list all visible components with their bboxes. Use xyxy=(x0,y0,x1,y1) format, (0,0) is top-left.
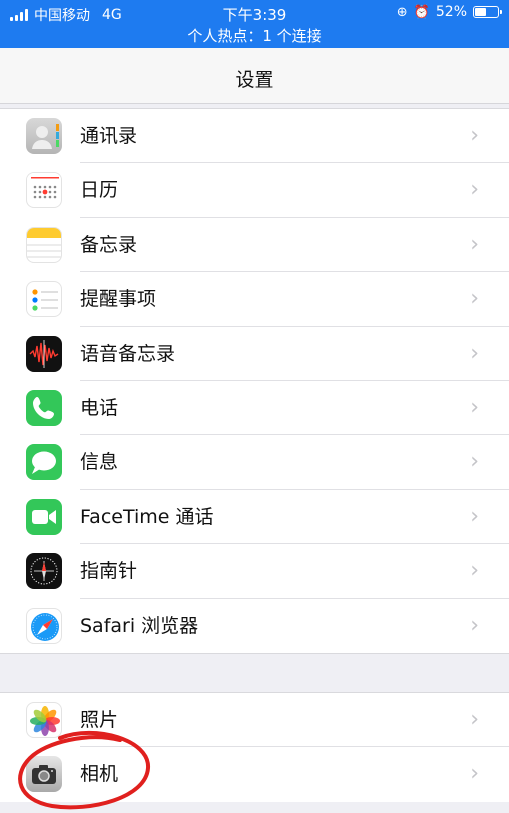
settings-row-label: 指南针 xyxy=(80,560,138,583)
photos-icon xyxy=(26,702,62,738)
settings-row-label: 日历 xyxy=(80,179,119,202)
settings-row-compass[interactable]: 指南针 › xyxy=(0,544,509,599)
compass-icon xyxy=(26,553,62,590)
settings-row-reminders[interactable]: 提醒事项 › xyxy=(0,272,509,327)
chevron-right-icon: › xyxy=(470,503,479,529)
settings-row-label: 照片 xyxy=(80,709,119,731)
settings-row-label: FaceTime 通话 xyxy=(80,505,214,528)
navigation-bar: 设置 xyxy=(0,48,509,104)
orientation-lock-icon: ⊕ xyxy=(396,4,408,20)
settings-row-label: Safari 浏览器 xyxy=(80,614,199,637)
battery-percent: 52% xyxy=(435,4,467,20)
chevron-right-icon: › xyxy=(470,394,479,420)
settings-row-label: 语音备忘录 xyxy=(80,342,176,365)
settings-row-notes[interactable]: 备忘录 › xyxy=(0,218,509,273)
chevron-right-icon: › xyxy=(470,761,479,787)
settings-row-safari[interactable]: Safari 浏览器 › xyxy=(0,599,509,653)
chevron-right-icon: › xyxy=(470,558,479,584)
status-icons: ⊕ ⏰ 52% xyxy=(396,4,502,20)
chevron-right-icon: › xyxy=(470,612,479,638)
settings-row-messages[interactable]: 信息 › xyxy=(0,435,509,490)
status-bar: 中国移动 4G 下午3:39 ⊕ ⏰ 52% 个人热点：1 个连接 xyxy=(0,0,509,48)
chevron-right-icon: › xyxy=(470,123,479,148)
alarm-icon: ⏰ xyxy=(413,4,430,20)
facetime-icon xyxy=(26,498,62,535)
settings-row-label: 信息 xyxy=(80,451,119,474)
messages-icon xyxy=(26,444,62,481)
chevron-right-icon: › xyxy=(470,286,479,312)
settings-list-apps: 通讯录 › 日历 › 备忘录 › 提醒事项 › 语音备忘录 › 电话 › 信息 … xyxy=(0,108,509,654)
settings-row-photos[interactable]: 照片 › xyxy=(0,693,509,748)
settings-row-contacts[interactable]: 通讯录 › xyxy=(0,109,509,164)
chevron-right-icon: › xyxy=(470,231,479,257)
voice-memos-icon xyxy=(26,335,62,372)
settings-row-calendar[interactable]: 日历 › xyxy=(0,163,509,218)
battery-icon xyxy=(473,6,502,18)
chevron-right-icon: › xyxy=(470,177,479,203)
camera-icon xyxy=(26,756,62,793)
chevron-right-icon: › xyxy=(470,707,479,732)
settings-row-label: 提醒事项 xyxy=(80,288,157,311)
settings-row-camera[interactable]: 相机 › xyxy=(0,747,509,801)
safari-icon xyxy=(26,607,62,644)
settings-row-phone[interactable]: 电话 › xyxy=(0,381,509,436)
chevron-right-icon: › xyxy=(470,340,479,366)
settings-row-label: 相机 xyxy=(80,763,119,786)
settings-row-voice-memos[interactable]: 语音备忘录 › xyxy=(0,327,509,381)
settings-row-label: 通讯录 xyxy=(80,125,138,147)
notes-icon xyxy=(26,226,62,263)
contacts-icon xyxy=(26,118,62,154)
settings-row-label: 电话 xyxy=(80,396,119,419)
reminders-icon xyxy=(26,281,62,318)
phone-icon xyxy=(26,389,62,426)
settings-list-media: 照片 › 相机 › xyxy=(0,692,509,802)
settings-row-facetime[interactable]: FaceTime 通话 › xyxy=(0,490,509,545)
settings-row-label: 备忘录 xyxy=(80,233,138,256)
hotspot-banner[interactable]: 个人热点：1 个连接 xyxy=(0,25,509,46)
page-title: 设置 xyxy=(235,69,274,91)
battery-level xyxy=(475,8,486,16)
chevron-right-icon: › xyxy=(470,449,479,475)
calendar-icon xyxy=(26,172,62,209)
